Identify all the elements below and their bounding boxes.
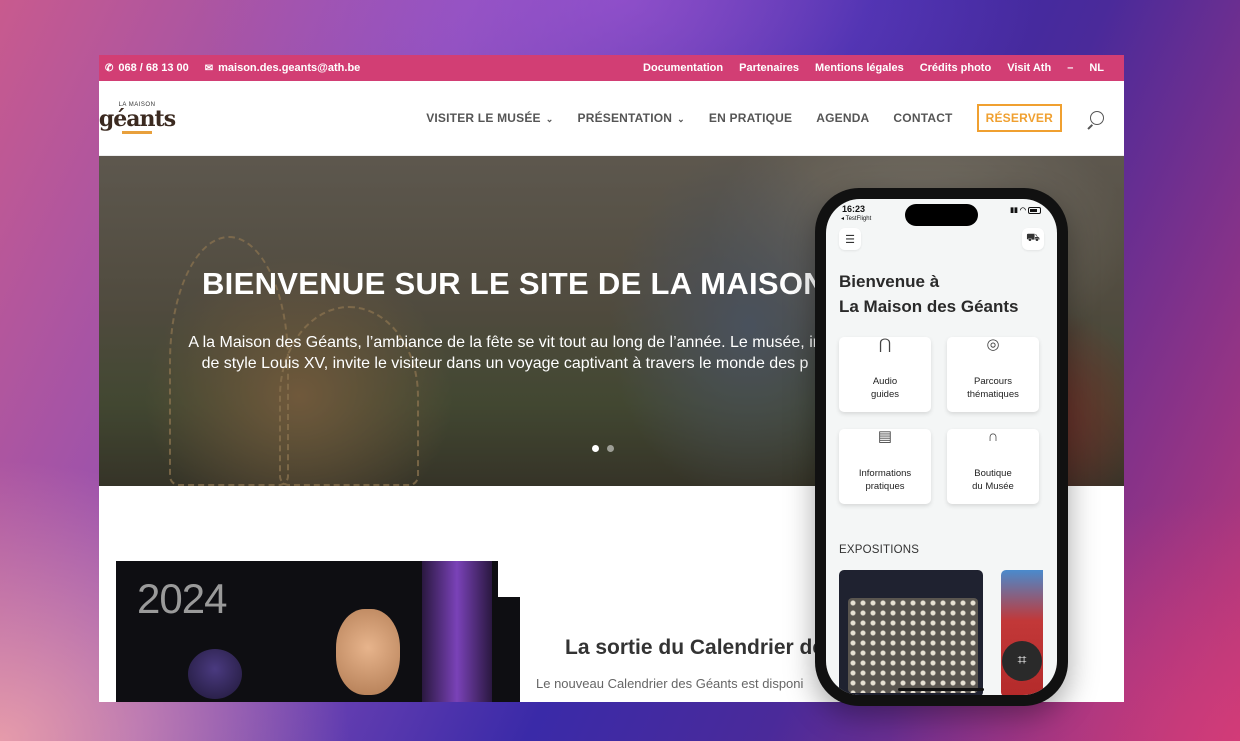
compass-icon: ◎	[986, 335, 1000, 353]
wifi-icon: ◠	[1019, 207, 1026, 214]
shopping-bag-icon: ∩	[987, 427, 999, 445]
exhibition-card[interactable]	[839, 570, 983, 695]
tile-parcours[interactable]: ◎ Parcours thématiques	[947, 337, 1039, 412]
mail-icon: ✉	[204, 62, 214, 74]
hero-title: BIENVENUE SUR LE SITE DE LA MAISON	[202, 266, 826, 301]
link-documentation[interactable]: Documentation	[643, 62, 723, 74]
link-partenaires[interactable]: Partenaires	[739, 62, 799, 74]
menu-icon[interactable]: ☰	[839, 228, 861, 250]
link-mentions-legales[interactable]: Mentions légales	[815, 62, 904, 74]
app-screen: 16:23 ◂ TestFlight ▮▮ ◠ ☰ ⛟ Bienvenue à …	[826, 199, 1057, 695]
tile-audio-guides[interactable]: ⋂ Audio guides	[839, 337, 931, 412]
news-title[interactable]: La sortie du Calendrier de	[565, 636, 824, 660]
link-visit-ath[interactable]: Visit Ath	[1007, 62, 1051, 74]
search-icon[interactable]	[1090, 111, 1104, 125]
qr-scan-icon[interactable]: ⌗	[1002, 641, 1042, 681]
section-expositions: EXPOSITIONS	[839, 544, 920, 556]
lace-image	[848, 598, 978, 693]
language-nl[interactable]: NL	[1089, 62, 1104, 74]
phone-link[interactable]: ✆ 068 / 68 13 00	[105, 62, 189, 74]
language-separator: –	[1067, 62, 1074, 74]
chevron-down-icon: ⌄	[545, 114, 554, 124]
dynamic-island	[905, 204, 978, 226]
battery-icon	[1028, 206, 1041, 214]
tile-informations[interactable]: ▤ Informations pratiques	[839, 429, 931, 504]
menu-agenda[interactable]: AGENDA	[816, 111, 869, 125]
menu-en-pratique[interactable]: EN PRATIQUE	[709, 111, 792, 125]
hero-text: A la Maison des Géants, l’ambiance de la…	[188, 334, 822, 372]
menu-contact[interactable]: CONTACT	[893, 111, 952, 125]
menu-presentation[interactable]: PRÉSENTATION ⌄	[578, 111, 685, 125]
home-indicator	[898, 688, 984, 691]
slider-dot[interactable]	[592, 445, 599, 452]
main-nav: LA MAISON géants VISITER LE MUSÉE ⌄ PRÉSE…	[99, 81, 1124, 156]
headphones-icon: ⋂	[878, 335, 892, 353]
slider-dots	[592, 445, 614, 452]
top-bar: ✆ 068 / 68 13 00 ✉ maison.des.geants@ath…	[99, 55, 1124, 81]
document-icon: ▤	[877, 427, 893, 445]
logo[interactable]: LA MAISON géants	[99, 96, 176, 140]
phone-mockup: 16:23 ◂ TestFlight ▮▮ ◠ ☰ ⛟ Bienvenue à …	[815, 188, 1068, 706]
link-credits-photo[interactable]: Crédits photo	[920, 62, 992, 74]
slider-dot[interactable]	[607, 445, 614, 452]
chevron-down-icon: ⌄	[677, 114, 685, 124]
email-link[interactable]: ✉ maison.des.geants@ath.be	[205, 62, 361, 74]
tile-boutique[interactable]: ∩ Boutique du Musée	[947, 429, 1039, 504]
cart-icon[interactable]: ⛟	[1022, 228, 1044, 250]
reserve-button[interactable]: RÉSERVER	[976, 104, 1062, 132]
phone-icon: ✆	[105, 62, 114, 74]
calendar-image[interactable]: 2024	[116, 561, 520, 702]
signal-icon: ▮▮	[1010, 207, 1018, 214]
welcome-title: Bienvenue à La Maison des Géants	[839, 272, 1019, 316]
back-to-testflight[interactable]: ◂ TestFlight	[841, 215, 871, 222]
menu-visiter[interactable]: VISITER LE MUSÉE ⌄	[426, 111, 553, 125]
news-text: Le nouveau Calendrier des Géants est dis…	[536, 676, 804, 691]
